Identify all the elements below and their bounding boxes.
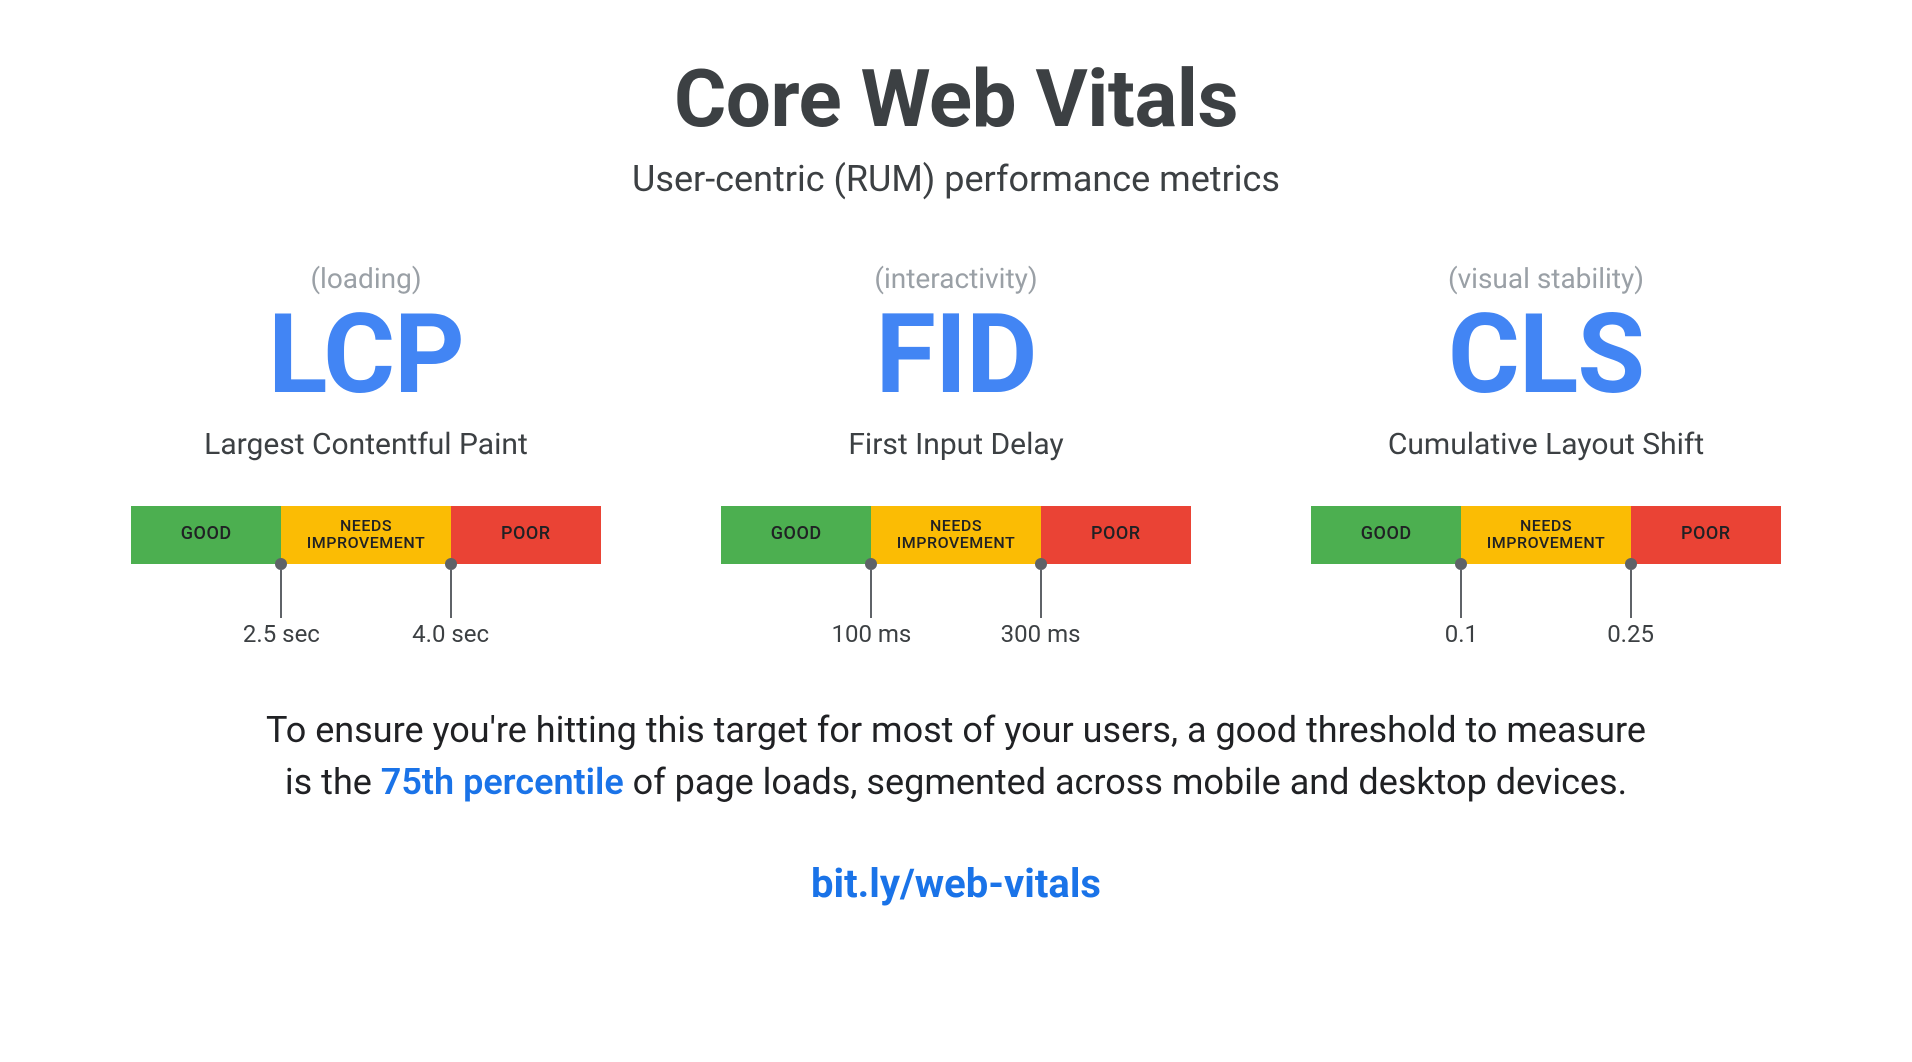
threshold-marker-1: 100 ms: [870, 558, 872, 618]
reference-link[interactable]: bit.ly/web-vitals: [811, 860, 1101, 907]
segment-needs-improvement: NEEDSIMPROVEMENT: [281, 506, 450, 564]
metric-acronym: LCP: [268, 297, 464, 413]
segment-poor: POOR: [1631, 506, 1781, 564]
threshold-marker-2: 4.0 sec: [450, 558, 452, 618]
page-subtitle: User-centric (RUM) performance metrics: [632, 158, 1280, 200]
threshold-marker-1: 2.5 sec: [280, 558, 282, 618]
segment-poor: POOR: [451, 506, 601, 564]
segment-good: GOOD: [1311, 506, 1461, 564]
segment-poor: POOR: [1041, 506, 1191, 564]
segment-needs-improvement: NEEDSIMPROVEMENT: [871, 506, 1040, 564]
metric-fullname: Cumulative Layout Shift: [1388, 427, 1704, 462]
threshold-bar: GOOD NEEDSIMPROVEMENT POOR 0.1 0.25: [1311, 506, 1781, 564]
threshold-label: 2.5 sec: [243, 620, 320, 648]
footer-highlight: 75th percentile: [381, 761, 624, 803]
segment-good: GOOD: [721, 506, 871, 564]
threshold-label: 4.0 sec: [412, 620, 489, 648]
threshold-label: 300 ms: [1001, 620, 1081, 648]
threshold-marker-2: 0.25: [1630, 558, 1632, 618]
metrics-row: (loading) LCP Largest Contentful Paint G…: [0, 262, 1912, 564]
segment-good: GOOD: [131, 506, 281, 564]
threshold-marker-1: 0.1: [1460, 558, 1462, 618]
slide: Core Web Vitals User-centric (RUM) perfo…: [0, 0, 1912, 1062]
footer-description: To ensure you're hitting this target for…: [256, 704, 1656, 808]
threshold-bar: GOOD NEEDSIMPROVEMENT POOR 2.5 sec 4.0 s…: [131, 506, 601, 564]
metric-fullname: First Input Delay: [848, 427, 1063, 462]
footer-text-post: of page loads, segmented across mobile a…: [624, 761, 1627, 803]
segment-needs-improvement: NEEDSIMPROVEMENT: [1461, 506, 1630, 564]
page-title: Core Web Vitals: [674, 52, 1238, 146]
threshold-label: 0.1: [1445, 620, 1478, 648]
metric-fullname: Largest Contentful Paint: [204, 427, 528, 462]
metric-fid: (interactivity) FID First Input Delay GO…: [721, 262, 1191, 564]
metric-cls: (visual stability) CLS Cumulative Layout…: [1311, 262, 1781, 564]
metric-acronym: FID: [875, 297, 1036, 413]
metric-lcp: (loading) LCP Largest Contentful Paint G…: [131, 262, 601, 564]
threshold-label: 0.25: [1607, 620, 1654, 648]
threshold-marker-2: 300 ms: [1040, 558, 1042, 618]
threshold-label: 100 ms: [831, 620, 911, 648]
threshold-bar: GOOD NEEDSIMPROVEMENT POOR 100 ms 300 ms: [721, 506, 1191, 564]
metric-acronym: CLS: [1448, 297, 1644, 413]
